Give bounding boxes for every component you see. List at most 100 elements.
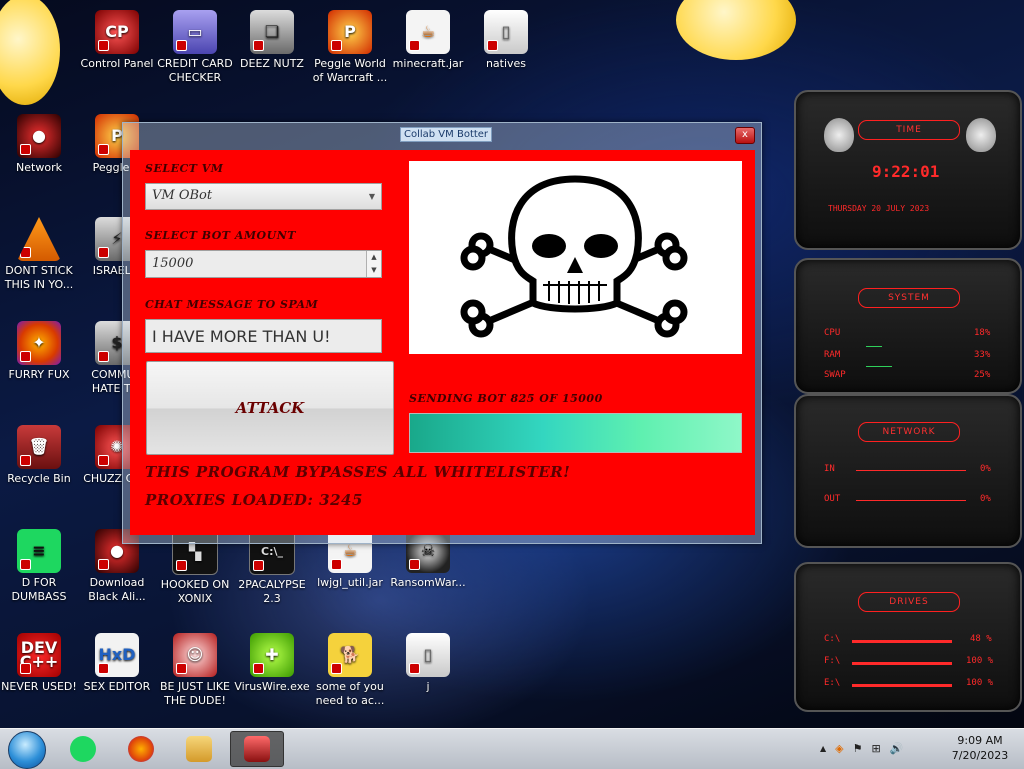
desktop-icon-viruswire[interactable]: ✚ VirusWire.exe (233, 633, 311, 694)
select-vm-dropdown[interactable]: VM OBot ▼ (145, 183, 382, 210)
time-gadget[interactable]: TIME 9:22:01 THURSDAY 20 JULY 2023 (794, 90, 1022, 250)
taskbar-spotify[interactable] (58, 731, 108, 767)
network-title: NETWORK (858, 422, 960, 442)
spotify-icon (70, 736, 96, 762)
swap-label: SWAP (824, 370, 846, 380)
system-gadget[interactable]: SYSTEM CPU 18% RAM 33% SWAP 25% (794, 258, 1022, 394)
desktop-icon-label: minecraft.jar (392, 57, 464, 70)
attack-button[interactable]: ATTACK (146, 361, 394, 455)
alien-network-icon: ● (17, 114, 61, 158)
chevron-down-icon: ▼ (368, 192, 375, 201)
clock-time: 9:09 AM (957, 734, 1003, 747)
desktop-icon-credit-card-checker[interactable]: ▭ CREDIT CARD CHECKER (156, 10, 234, 85)
desktop-icon-peggle-wow[interactable]: P Peggle World of Warcraft ... (311, 10, 389, 85)
skull-crossbones-icon (460, 175, 688, 338)
desktop-icon-label: 2PACALYPSE 2.3 (238, 578, 306, 605)
desktop-icon-label: lwjgl_util.jar (317, 576, 383, 589)
ram-label: RAM (824, 350, 841, 360)
select-vm-label: SELECT VM (145, 162, 224, 175)
tray-app-icon[interactable]: ◈ (835, 742, 843, 755)
spotify-icon: ≡ (17, 529, 61, 573)
net-in-value: 0% (980, 464, 991, 474)
desktop-icon-label: Peggle World of Warcraft ... (312, 57, 388, 84)
desktop-icon-natives[interactable]: ▯ natives (467, 10, 545, 71)
sending-progress-bar (409, 413, 742, 453)
recycle-bin-icon: 🗑 (17, 425, 61, 469)
time-date: THURSDAY 20 JULY 2023 (828, 204, 930, 213)
drive-f-value: 100 % (966, 656, 994, 666)
clock-date: 7/20/2023 (951, 749, 1009, 762)
bot-amount-value: 15000 (152, 256, 194, 271)
monitor-app-icon (244, 736, 270, 762)
firefox-icon (128, 736, 154, 762)
desktop-icon-label: NEVER USED! (1, 680, 77, 693)
vlc-cone-icon (17, 217, 61, 261)
firefox-icon: ✦ (17, 321, 61, 365)
drives-gadget[interactable]: DRIVES C:\ 48 % F:\ 100 % E:\ 100 % (794, 562, 1022, 712)
taskbar-clock[interactable]: 9:09 AM 7/20/2023 (950, 733, 1010, 763)
cartoon-character-top-right (676, 0, 796, 60)
desktop-icon-label: natives (485, 57, 527, 70)
desktop-icon-sex-editor[interactable]: HxD SEX EDITOR (78, 633, 156, 694)
net-out-label: OUT (824, 494, 841, 504)
desktop-icon-control-panel[interactable]: CP Control Panel (78, 10, 156, 71)
desktop-icon-label: HOOKED ON XONIX (160, 578, 230, 605)
peggle-icon: P (328, 10, 372, 54)
net-out-graph (856, 500, 966, 501)
desktop-icon-dont-stick[interactable]: DONT STICK THIS IN YO... (0, 217, 78, 292)
net-in-label: IN (824, 464, 835, 474)
desktop-icon-furry-fux[interactable]: ✦ FURRY FUX (0, 321, 78, 382)
desktop-icon-network[interactable]: ● Network (0, 114, 78, 175)
chat-message-input[interactable]: I HAVE MORE THAN U! (145, 319, 382, 353)
desktop-icon-minecraft-jar[interactable]: ☕ minecraft.jar (389, 10, 467, 71)
network-gadget[interactable]: NETWORK IN 0% OUT 0% (794, 394, 1022, 548)
desktop-icon-label: RansomWar... (390, 576, 466, 589)
java-icon: ☕ (406, 10, 450, 54)
desktop-icon-label: Download Black Ali... (88, 576, 146, 603)
stacked-windows-icon: ❏ (250, 10, 294, 54)
desktop-icon-label: DONT STICK THIS IN YO... (4, 264, 74, 291)
credit-card-icon: ▭ (173, 10, 217, 54)
network-icon[interactable]: ⊞ (872, 742, 881, 755)
show-hidden-icons-icon[interactable]: ▲ (820, 744, 826, 753)
limewire-icon: ✚ (250, 633, 294, 677)
system-tray: ▲ ◈ ⚑ ⊞ 🔊 (820, 738, 903, 758)
spin-arrows-icon[interactable]: ▲ ▼ (366, 251, 381, 277)
desktop-icon-j[interactable]: ▯ j (389, 633, 467, 694)
drive-e-bar (852, 684, 952, 687)
desktop-icon-label: Recycle Bin (7, 472, 71, 485)
net-out-value: 0% (980, 494, 991, 504)
desktop-icon-deez-nutz[interactable]: ❏ DEEZ NUTZ (233, 10, 311, 71)
taskbar-active-app[interactable] (230, 731, 284, 767)
desktop-icon-some-of-you[interactable]: 🐕 some of you need to ac... (311, 633, 389, 708)
proxies-loaded-text: PROXIES LOADED: 3245 (145, 491, 363, 509)
bot-amount-stepper[interactable]: 15000 ▲ ▼ (145, 250, 382, 278)
taskbar-file-explorer[interactable] (174, 731, 224, 767)
chat-message-label: CHAT MESSAGE TO SPAM (145, 298, 319, 311)
cartoon-character-top-left (0, 0, 60, 105)
time-title: TIME (858, 120, 960, 140)
action-center-flag-icon[interactable]: ⚑ (853, 742, 863, 755)
desktop-icon-label: DEEZ NUTZ (240, 57, 304, 70)
sending-status-text: SENDING BOT 825 OF 15000 (409, 392, 603, 405)
close-icon[interactable]: x (735, 127, 755, 144)
drive-e-label: E:\ (824, 678, 841, 688)
taskbar-firefox[interactable] (116, 731, 166, 767)
bot-amount-label: SELECT BOT AMOUNT (145, 229, 296, 242)
desktop-icon-label: j (426, 680, 430, 693)
desktop-icon-label: D FOR DUMBASS (11, 576, 67, 603)
desktop-icon-d-for-dumbass[interactable]: ≡ D FOR DUMBASS (0, 529, 78, 604)
desktop-icon-never-used[interactable]: DEV C++ NEVER USED! (0, 633, 78, 694)
window-title: Collab VM Botter (400, 127, 493, 142)
drives-title: DRIVES (858, 592, 960, 612)
desktop-icon-label: Network (16, 161, 62, 174)
ram-graph-line (866, 346, 882, 347)
drive-f-bar (852, 662, 952, 665)
desktop-icon-label: FURRY FUX (8, 368, 70, 381)
volume-icon[interactable]: 🔊 (890, 742, 904, 755)
drive-e-value: 100 % (966, 678, 994, 688)
desktop-icon-label: CREDIT CARD CHECKER (157, 57, 233, 84)
desktop-icon-recycle-bin[interactable]: 🗑 Recycle Bin (0, 425, 78, 486)
desktop-icon-be-just-like-the-dude[interactable]: ☺ BE JUST LIKE THE DUDE! (156, 633, 234, 708)
start-button[interactable] (8, 731, 46, 769)
